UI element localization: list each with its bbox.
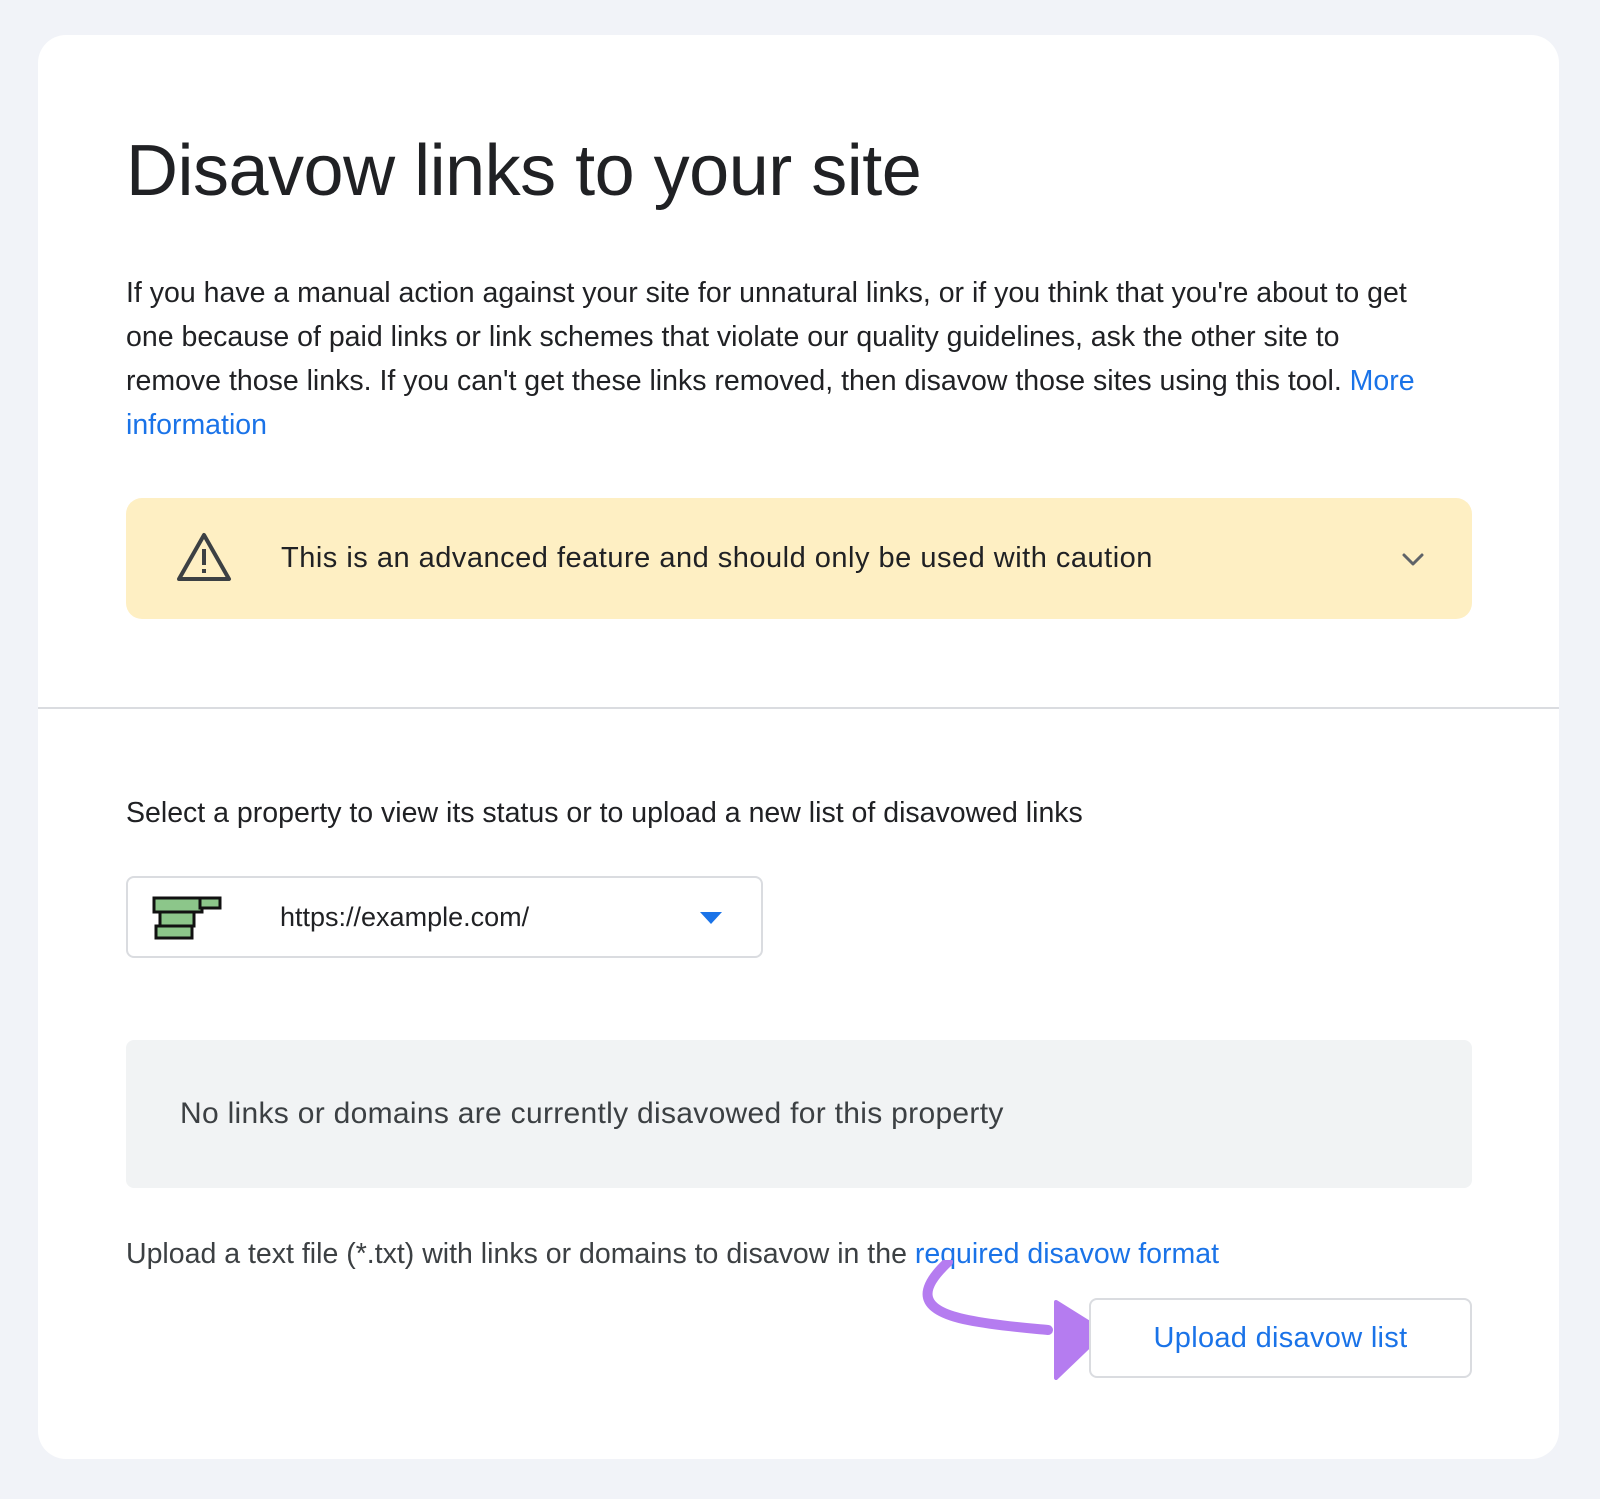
disavow-card: Disavow links to your site If you have a… xyxy=(38,35,1559,1459)
caution-text: This is an advanced feature and should o… xyxy=(281,542,1153,574)
dropdown-arrow-icon xyxy=(700,912,722,924)
warning-triangle-icon xyxy=(177,533,231,581)
description-text: If you have a manual action against your… xyxy=(126,277,1407,397)
caution-banner[interactable]: This is an advanced feature and should o… xyxy=(126,498,1472,619)
section-divider xyxy=(38,707,1559,709)
page-title: Disavow links to your site xyxy=(126,131,922,211)
upload-disavow-list-button[interactable]: Upload disavow list xyxy=(1089,1298,1472,1378)
page-description: If you have a manual action against your… xyxy=(126,271,1426,447)
selected-property: https://example.com/ xyxy=(280,902,530,932)
property-select-label: Select a property to view its status or … xyxy=(126,797,1083,829)
disavow-status-box: No links or domains are currently disavo… xyxy=(126,1040,1472,1188)
property-dropdown[interactable]: https://example.com/ xyxy=(126,876,763,958)
status-text: No links or domains are currently disavo… xyxy=(180,1097,1004,1130)
upload-info-text: Upload a text file (*.txt) with links or… xyxy=(126,1238,907,1270)
site-favicon-icon xyxy=(152,896,222,940)
annotation-arrow-icon xyxy=(922,1260,1106,1380)
chevron-down-icon[interactable] xyxy=(1398,544,1428,574)
